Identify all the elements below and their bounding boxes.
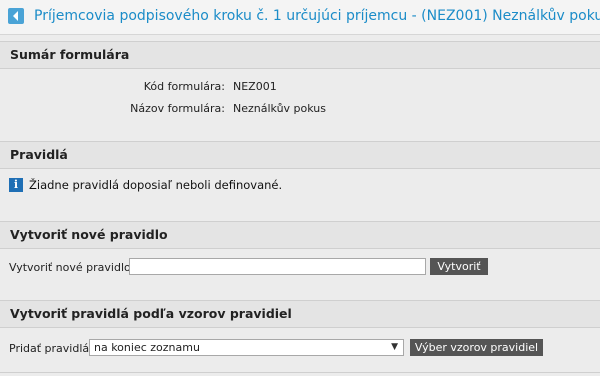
form-name-label: Názov formulára: (130, 102, 225, 115)
choose-rule-templates-button[interactable]: Výber vzorov pravidiel (410, 339, 543, 356)
summary-section-header: Sumár formulára (0, 41, 600, 69)
form-code-value: NEZ001 (233, 80, 277, 93)
no-rules-message: Žiadne pravidlá doposiaľ neboli definova… (29, 178, 283, 192)
info-icon: i (9, 178, 23, 192)
back-button[interactable] (8, 8, 24, 24)
form-name-value: Neználkův pokus (233, 102, 326, 115)
page-title: Príjemcovia podpisového kroku č. 1 určuj… (34, 8, 600, 24)
create-rule-button[interactable]: Vytvoriť (430, 258, 488, 275)
summary-heading: Sumár formulára (10, 47, 130, 62)
page-header: Príjemcovia podpisového kroku č. 1 určuj… (0, 0, 600, 35)
chevron-down-icon: ▼ (391, 342, 398, 352)
rules-section-header: Pravidlá (0, 141, 600, 169)
create-rule-heading: Vytvoriť nové pravidlo (10, 227, 168, 242)
form-code-label: Kód formulára: (143, 80, 225, 93)
bottom-divider (0, 372, 600, 373)
template-rules-heading: Vytvoriť pravidlá podľa vzorov pravidiel (10, 306, 292, 321)
add-rules-label: Pridať pravidlá: (9, 342, 93, 355)
add-rules-selected-option: na koniec zoznamu (94, 341, 200, 354)
create-rule-label: Vytvoriť nové pravidlo: (9, 261, 135, 274)
create-rule-section-header: Vytvoriť nové pravidlo (0, 221, 600, 249)
chevron-left-icon (13, 11, 18, 21)
template-rules-section-header: Vytvoriť pravidlá podľa vzorov pravidiel (0, 300, 600, 328)
add-rules-position-select[interactable]: na koniec zoznamu ▼ (89, 339, 404, 356)
rules-heading: Pravidlá (10, 147, 68, 162)
create-rule-input[interactable] (129, 258, 426, 275)
